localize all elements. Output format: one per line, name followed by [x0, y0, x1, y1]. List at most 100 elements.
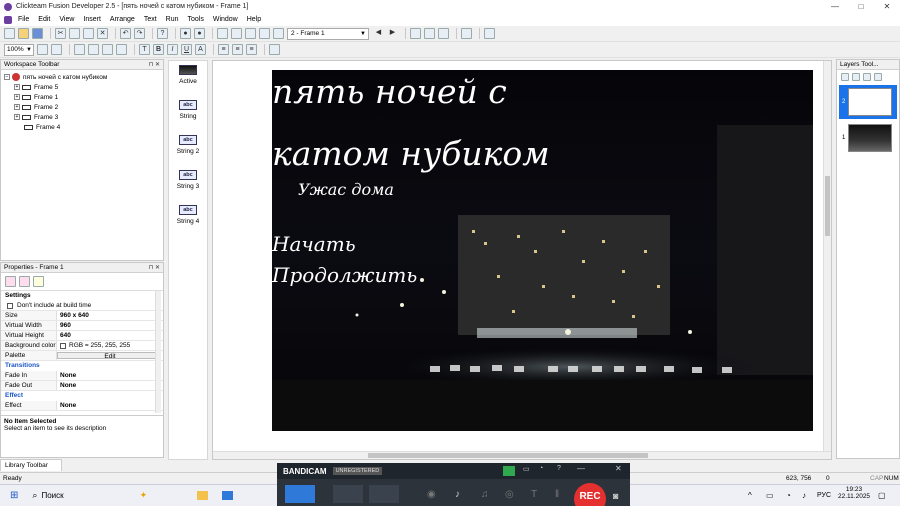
prop-dont-include[interactable]: Don't include at build time — [1, 301, 163, 311]
menu-arrange[interactable]: Arrange — [110, 16, 135, 23]
bold-icon[interactable]: B — [153, 44, 164, 55]
prop-background-color[interactable]: Background color RGB = 255, 255, 255 — [1, 341, 163, 351]
wifi-icon[interactable]: ◔ — [786, 491, 791, 500]
mic-icon[interactable]: ♫ — [481, 489, 489, 500]
align-left-icon[interactable]: ≡ — [218, 44, 229, 55]
text-icon[interactable]: T — [531, 489, 537, 500]
library-tab[interactable]: Library Toolbar — [0, 459, 62, 471]
lock-icon[interactable] — [503, 466, 515, 476]
align-right-icon[interactable]: ≡ — [246, 44, 257, 55]
copy-icon[interactable] — [69, 28, 80, 39]
camera-icon[interactable]: ◙ — [613, 491, 618, 501]
prop-palette[interactable]: Palette Edit — [1, 351, 163, 361]
title-line-1-text[interactable]: пять ночей с — [272, 72, 507, 111]
snap-icon[interactable] — [424, 28, 435, 39]
event-list-icon[interactable] — [259, 28, 270, 39]
menu-text[interactable]: Text — [144, 16, 157, 23]
align-center-icon[interactable]: ≡ — [232, 44, 243, 55]
layer-up-icon[interactable] — [863, 72, 871, 81]
event-editor-icon[interactable] — [245, 28, 256, 39]
properties-scrollbar[interactable] — [155, 291, 161, 413]
zoom-select[interactable]: 100% ▼ — [4, 43, 34, 56]
screen-mode-icon[interactable] — [285, 485, 315, 503]
editor-vscrollbar[interactable] — [823, 61, 831, 451]
layer-icon[interactable] — [438, 28, 449, 39]
tree-frame-row[interactable]: Frame 4 — [4, 122, 163, 132]
menu-insert[interactable]: Insert — [83, 16, 101, 23]
panel-buttons[interactable]: ⊓ ✕ — [149, 60, 160, 70]
save-icon[interactable] — [32, 28, 43, 39]
ungroup-icon[interactable] — [116, 44, 127, 55]
menu-file[interactable]: File — [18, 16, 29, 23]
help-icon[interactable]: ? — [157, 28, 168, 39]
new-icon[interactable] — [4, 28, 15, 39]
text-color-icon[interactable]: A — [195, 44, 206, 55]
italic-icon[interactable]: I — [167, 44, 178, 55]
object-active[interactable]: Active — [169, 65, 207, 85]
delete-layer-icon[interactable] — [852, 72, 860, 81]
speaker-icon[interactable]: ♪ — [455, 489, 460, 500]
settings-tab-icon[interactable] — [5, 276, 16, 287]
object-string-3[interactable]: abc String 3 — [169, 170, 207, 190]
section-transitions[interactable]: Transitions — [1, 361, 163, 371]
close-icon[interactable]: ✕ — [615, 464, 622, 473]
menu-view[interactable]: View — [59, 16, 74, 23]
close-button[interactable]: ✕ — [874, 2, 900, 11]
tray-app-icon[interactable]: ▭ — [766, 491, 774, 500]
maximize-button[interactable]: □ — [848, 2, 874, 11]
menu-help[interactable]: Help — [247, 16, 261, 23]
game-mode-icon[interactable] — [333, 485, 363, 503]
section-effect[interactable]: Effect — [1, 391, 163, 401]
prop-virtual-height[interactable]: Virtual Height 640 — [1, 331, 163, 341]
fullscreen-icon[interactable] — [461, 28, 472, 39]
expand-icon[interactable]: + — [14, 94, 20, 100]
tree-frame-row[interactable]: + Frame 2 — [4, 102, 163, 112]
start-text[interactable]: Начать — [272, 232, 356, 256]
prop-effect[interactable]: Effect None — [1, 401, 163, 411]
minimize-button[interactable]: — — [822, 2, 848, 11]
editor-hscrollbar[interactable] — [213, 451, 831, 459]
tree-frame-row[interactable]: + Frame 5 — [4, 82, 163, 92]
panel-buttons[interactable]: ⊓ ✕ — [149, 263, 160, 273]
layer-row-selected[interactable]: 2 — [839, 85, 897, 119]
mouse-icon[interactable]: ◎ — [505, 489, 514, 500]
layer-down-icon[interactable] — [874, 72, 882, 81]
menu-edit[interactable]: Edit — [38, 16, 50, 23]
collapse-icon[interactable]: − — [4, 74, 10, 80]
object-string-4[interactable]: abc String 4 — [169, 205, 207, 225]
rec-button[interactable]: REC — [574, 483, 606, 506]
build-icon[interactable] — [484, 28, 495, 39]
volume-icon[interactable]: ♪ — [802, 491, 806, 500]
tree-frame-row[interactable]: + Frame 3 — [4, 112, 163, 122]
folder-icon[interactable]: ▭ — [523, 465, 530, 473]
about-tab-icon[interactable] — [33, 276, 44, 287]
magic-wand-icon[interactable] — [51, 44, 62, 55]
settings-icon[interactable]: ◔ — [539, 465, 543, 472]
continue-text[interactable]: Продолжить — [272, 263, 417, 287]
menu-window[interactable]: Window — [213, 16, 238, 23]
clock[interactable]: 19:23 22.11.2025 — [838, 486, 870, 500]
vscroll-thumb[interactable] — [825, 176, 830, 236]
prop-virtual-width[interactable]: Virtual Width 960 — [1, 321, 163, 331]
align-icon[interactable] — [74, 44, 85, 55]
prop-fade-out[interactable]: Fade Out None — [1, 381, 163, 391]
data-elements-icon[interactable] — [273, 28, 284, 39]
search-icon[interactable]: ⌕ — [32, 490, 37, 501]
cut-icon[interactable]: ✂ — [55, 28, 66, 39]
sparkle-icon[interactable]: ✦ — [140, 490, 148, 501]
store-icon[interactable] — [222, 491, 234, 500]
font-icon[interactable]: T — [139, 44, 150, 55]
webcam-icon[interactable]: ◉ — [427, 489, 436, 500]
object-string[interactable]: abc String — [169, 100, 207, 120]
prop-fade-in[interactable]: Fade In None — [1, 371, 163, 381]
frame-align-icon[interactable] — [88, 44, 99, 55]
frame-canvas[interactable]: пять ночей с катом нубиком Ужас дома Нач… — [272, 70, 813, 431]
subtitle-text[interactable]: Ужас дома — [298, 180, 394, 199]
add-layer-icon[interactable] — [841, 72, 849, 81]
paste-icon[interactable] — [83, 28, 94, 39]
storyboard-icon[interactable] — [217, 28, 228, 39]
dont-include-checkbox[interactable] — [7, 302, 13, 309]
grid-icon[interactable] — [410, 28, 421, 39]
next-frame-icon[interactable]: ▶ — [387, 28, 398, 39]
runtime-tab-icon[interactable] — [19, 276, 30, 287]
